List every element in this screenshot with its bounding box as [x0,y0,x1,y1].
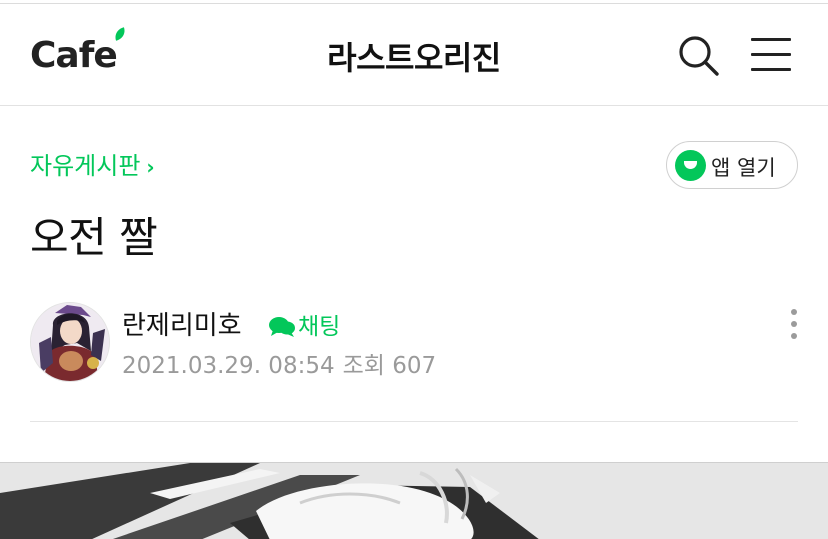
search-button[interactable] [676,33,720,77]
hamburger-line [751,53,791,56]
post-image-illustration [0,463,828,539]
board-link[interactable]: 자유게시판 › [30,146,155,181]
post-image[interactable] [0,462,828,539]
open-app-button[interactable]: 앱 열기 [666,141,798,189]
more-dot [791,333,797,339]
author-avatar[interactable] [30,302,110,382]
more-dots-icon [791,309,797,315]
post-meta: 2021.03.29. 08:54 조회 607 [122,346,436,380]
more-dot [791,321,797,327]
hamburger-line [751,68,791,71]
chat-bubble-icon [269,317,295,337]
content-divider [30,421,798,422]
search-icon [679,36,719,76]
app-header: Cafe 라스트오리진 [0,5,828,106]
more-options-button[interactable] [786,308,802,342]
view-count: 조회 607 [342,353,437,379]
chevron-right-icon: › [146,155,155,179]
post-title: 오전 짤 [30,213,158,262]
hamburger-menu-icon [751,38,791,41]
menu-button[interactable] [749,35,795,75]
top-border [0,0,828,4]
board-name: 자유게시판 [30,152,141,180]
open-app-label: 앱 열기 [711,156,776,180]
avatar-image [31,303,109,381]
chat-label: 채팅 [298,314,341,340]
author-name[interactable]: 란제리미호 [122,305,242,342]
cafe-app-icon [675,150,706,181]
chat-button[interactable]: 채팅 [268,307,340,341]
post-date: 2021.03.29. 08:54 [122,353,335,379]
